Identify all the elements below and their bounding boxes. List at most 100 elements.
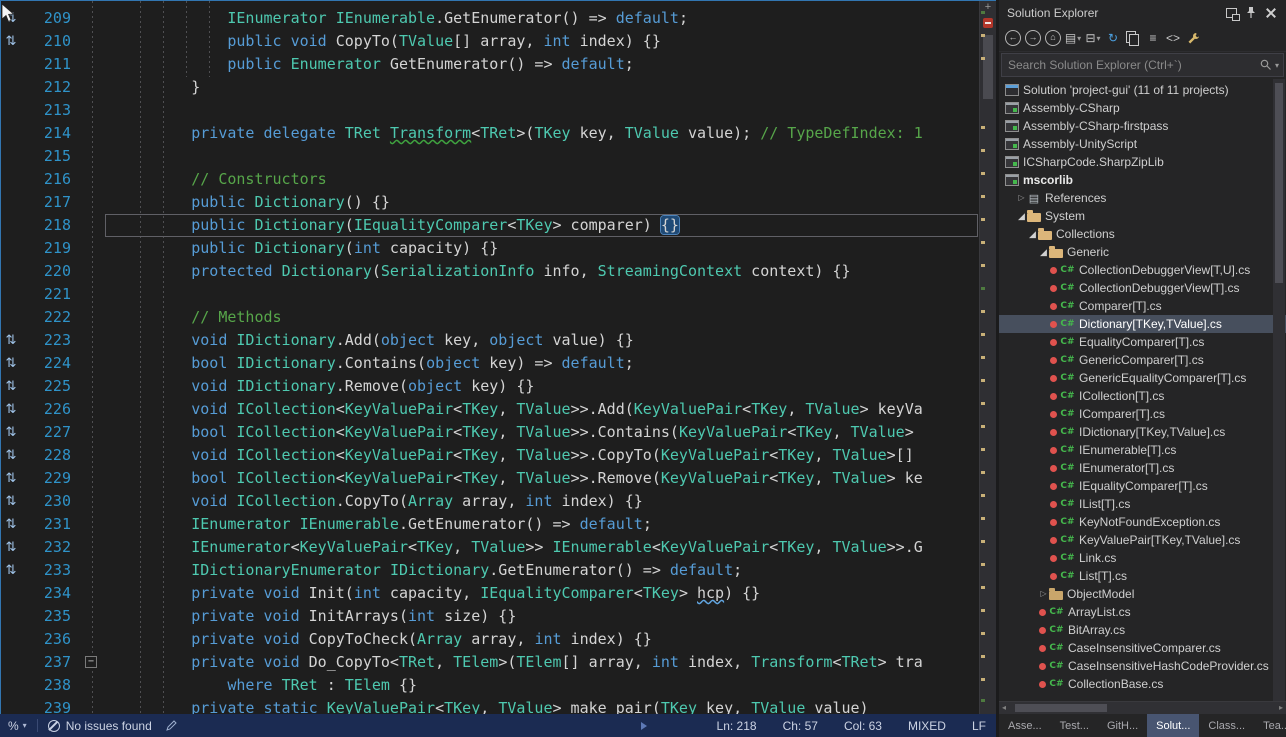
line-number[interactable]: 239 xyxy=(21,697,71,714)
hscroll-thumb[interactable] xyxy=(1015,704,1107,712)
line-number[interactable]: 234 xyxy=(21,582,71,605)
tree-item[interactable]: ▷▤References xyxy=(999,189,1286,207)
tree-item[interactable]: C#IComparer[T].cs xyxy=(999,405,1286,423)
code-line[interactable]: ⇅228 void ICollection<KeyValuePair<TKey,… xyxy=(1,444,979,467)
code-line[interactable]: 218 public Dictionary(IEqualityComparer<… xyxy=(1,214,979,237)
tree-item[interactable]: ▷ObjectModel xyxy=(999,585,1286,603)
line-number[interactable]: 212 xyxy=(21,76,71,99)
tree-item[interactable]: C#Comparer[T].cs xyxy=(999,297,1286,315)
code-line[interactable]: ⇅229 bool ICollection<KeyValuePair<TKey,… xyxy=(1,467,979,490)
tree-item[interactable]: C#Link.cs xyxy=(999,549,1286,567)
scroll-left-icon[interactable]: ◂ xyxy=(1002,703,1006,712)
tree-item[interactable]: C#BitArray.cs xyxy=(999,621,1286,639)
override-indicator-icon[interactable]: ⇅ xyxy=(1,513,21,536)
tree-item[interactable]: ◢System xyxy=(999,207,1286,225)
frames-icon[interactable] xyxy=(1222,4,1240,22)
code-line[interactable]: 234 private void Init(int capacity, IEqu… xyxy=(1,582,979,605)
tree-item[interactable]: ◢Collections xyxy=(999,225,1286,243)
code-line[interactable]: 219 public Dictionary(int capacity) {} xyxy=(1,237,979,260)
tree-item[interactable]: ◢Generic xyxy=(999,243,1286,261)
line-number[interactable]: 237 xyxy=(21,651,71,674)
override-indicator-icon[interactable]: ⇅ xyxy=(1,421,21,444)
line-number[interactable]: 228 xyxy=(21,444,71,467)
line-number[interactable]: 216 xyxy=(21,168,71,191)
tree-item[interactable]: C#EqualityComparer[T].cs xyxy=(999,333,1286,351)
tree-item[interactable]: Assembly-CSharp-firstpass xyxy=(999,117,1286,135)
issues-status[interactable]: No issues found xyxy=(48,719,152,733)
override-indicator-icon[interactable]: ⇅ xyxy=(1,444,21,467)
line-number[interactable]: 236 xyxy=(21,628,71,651)
code-view-icon[interactable]: <> xyxy=(1164,28,1182,48)
tool-window-tab[interactable]: Tea... xyxy=(1254,714,1286,737)
tree-item[interactable]: C#KeyValuePair[TKey,TValue].cs xyxy=(999,531,1286,549)
close-icon[interactable] xyxy=(1262,4,1280,22)
code-line[interactable]: 236 private void CopyToCheck(Array array… xyxy=(1,628,979,651)
override-indicator-icon[interactable]: ⇅ xyxy=(1,352,21,375)
tree-item[interactable]: Solution 'project-gui' (11 of 11 project… xyxy=(999,81,1286,99)
tree-item[interactable]: C#IEnumerable[T].cs xyxy=(999,441,1286,459)
collapse-arrow-icon[interactable]: ◢ xyxy=(1016,212,1027,221)
override-indicator-icon[interactable]: ⇅ xyxy=(1,536,21,559)
tree-item[interactable]: C#IEqualityComparer[T].cs xyxy=(999,477,1286,495)
code-line[interactable]: 221 xyxy=(1,283,979,306)
home-icon[interactable]: ⌂ xyxy=(1044,28,1062,48)
code-line[interactable]: 239 private static KeyValuePair<TKey, TV… xyxy=(1,697,979,714)
code-line[interactable]: ⇅223 void IDictionary.Add(object key, ob… xyxy=(1,329,979,352)
tree-item[interactable]: C#GenericComparer[T].cs xyxy=(999,351,1286,369)
code-line[interactable]: 212 } xyxy=(1,76,979,99)
code-line[interactable]: ⇅209 IEnumerator IEnumerable.GetEnumerat… xyxy=(1,7,979,30)
override-indicator-icon[interactable]: ⇅ xyxy=(1,467,21,490)
code-line[interactable]: 222 // Methods xyxy=(1,306,979,329)
panel-titlebar[interactable]: Solution Explorer xyxy=(999,0,1286,25)
code-line[interactable]: 213 xyxy=(1,99,979,122)
code-line[interactable]: 215 xyxy=(1,145,979,168)
line-number[interactable]: 231 xyxy=(21,513,71,536)
code-line[interactable]: 237− private void Do_CopyTo<TRet, TElem>… xyxy=(1,651,979,674)
encoding-indicator[interactable]: MIXED xyxy=(908,719,946,733)
code-line[interactable]: ⇅230 void ICollection.CopyTo(Array array… xyxy=(1,490,979,513)
tool-window-tab[interactable]: GitH... xyxy=(1098,714,1147,737)
refresh-icon[interactable]: ↻ xyxy=(1104,28,1122,48)
code-line[interactable]: 235 private void InitArrays(int size) {} xyxy=(1,605,979,628)
line-number[interactable]: 215 xyxy=(21,145,71,168)
code-line[interactable]: ⇅231 IEnumerator IEnumerable.GetEnumerat… xyxy=(1,513,979,536)
line-number[interactable]: 230 xyxy=(21,490,71,513)
code-line[interactable]: 220 protected Dictionary(SerializationIn… xyxy=(1,260,979,283)
tree-item[interactable]: C#GenericEqualityComparer[T].cs xyxy=(999,369,1286,387)
line-number[interactable]: 233 xyxy=(21,559,71,582)
code-line[interactable]: ⇅210 public void CopyTo(TValue[] array, … xyxy=(1,30,979,53)
eol-indicator[interactable]: LF xyxy=(972,719,986,733)
line-number[interactable]: 209 xyxy=(21,7,71,30)
tree-item[interactable]: Assembly-CSharp xyxy=(999,99,1286,117)
document-health-icon[interactable] xyxy=(983,18,993,28)
line-number[interactable]: 227 xyxy=(21,421,71,444)
forward-icon[interactable]: → xyxy=(1024,28,1042,48)
line-number[interactable]: 235 xyxy=(21,605,71,628)
expand-arrow-icon[interactable]: ▷ xyxy=(1038,590,1049,598)
override-indicator-icon[interactable]: ⇅ xyxy=(1,329,21,352)
scroll-right-icon[interactable]: ▸ xyxy=(1279,703,1283,712)
search-box[interactable]: ▾ xyxy=(1001,53,1284,77)
tree-horizontal-scrollbar[interactable]: ◂ ▸ xyxy=(999,701,1286,714)
line-indicator[interactable]: Ln: 218 xyxy=(717,719,757,733)
fold-collapse-button[interactable]: − xyxy=(85,656,97,668)
tool-window-tab[interactable]: Class... xyxy=(1199,714,1254,737)
tree-item[interactable]: mscorlib xyxy=(999,171,1286,189)
tree-item[interactable]: C#Dictionary[TKey,TValue].cs xyxy=(999,315,1286,333)
search-icon[interactable] xyxy=(1260,59,1272,71)
tree-item[interactable]: C#CollectionBase.cs xyxy=(999,675,1286,693)
tree-item[interactable]: C#ArrayList.cs xyxy=(999,603,1286,621)
tree-item[interactable]: ICSharpCode.SharpZipLib xyxy=(999,153,1286,171)
search-options-caret-icon[interactable]: ▾ xyxy=(1275,61,1279,70)
editor-scrollbar[interactable]: + xyxy=(979,1,996,714)
line-number[interactable]: 213 xyxy=(21,99,71,122)
tree-item[interactable]: C#CaseInsensitiveHashCodeProvider.cs xyxy=(999,657,1286,675)
code-line[interactable]: 238 where TRet : TElem {} xyxy=(1,674,979,697)
code-pane[interactable]: ⇅209 IEnumerator IEnumerable.GetEnumerat… xyxy=(1,1,979,714)
code-line[interactable]: 214 private delegate TRet Transform<TRet… xyxy=(1,122,979,145)
back-icon[interactable]: ← xyxy=(1004,28,1022,48)
code-line[interactable]: 216 // Constructors xyxy=(1,168,979,191)
line-number[interactable]: 224 xyxy=(21,352,71,375)
line-number[interactable]: 232 xyxy=(21,536,71,559)
line-number[interactable]: 238 xyxy=(21,674,71,697)
